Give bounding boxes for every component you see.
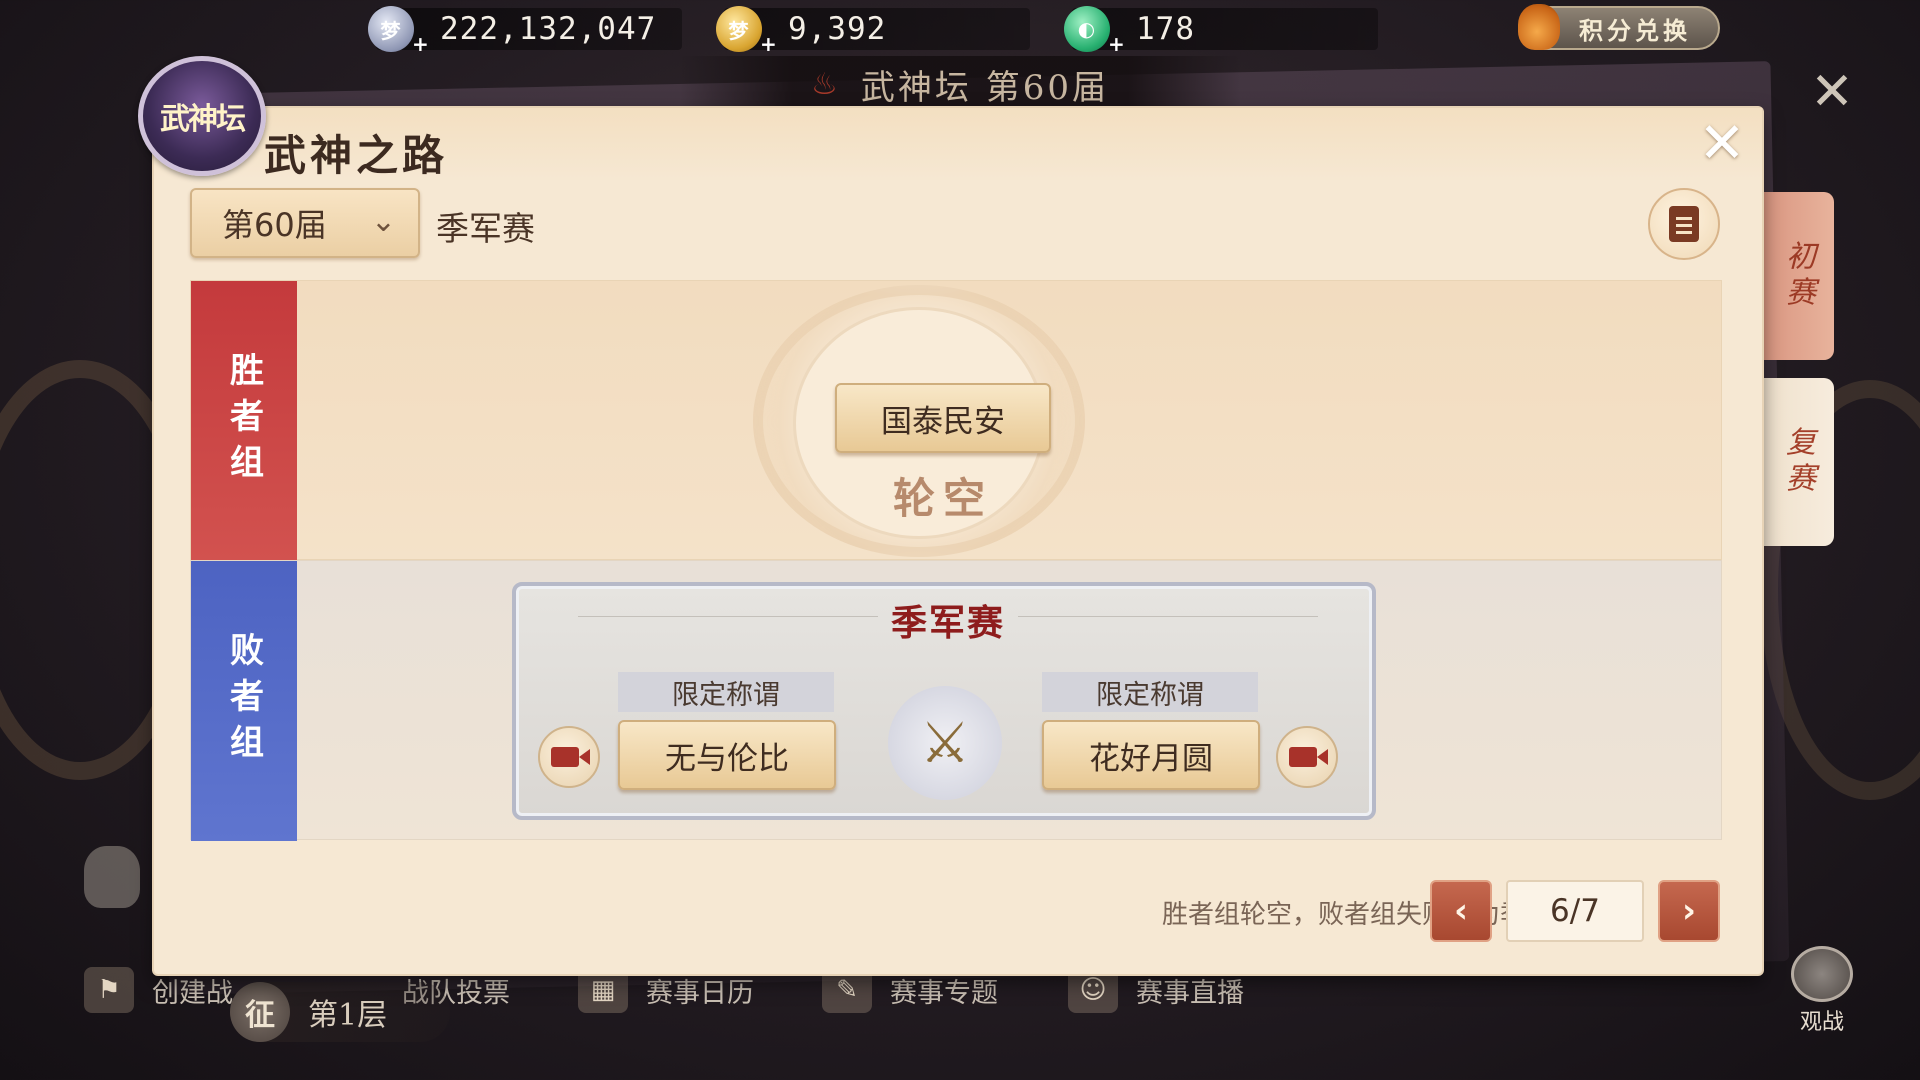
bye-status: 轮空 (892, 474, 993, 523)
stage-label: 季军赛 (436, 209, 535, 248)
season-banner: ♨ 武神坛 第60届 (680, 56, 1240, 112)
add-silver-icon[interactable]: + (412, 32, 430, 56)
crossed-swords-icon: ⚔ (888, 686, 1002, 800)
create-team-icon: ⚑ (84, 967, 134, 1013)
match-title: 季军赛 (890, 602, 1005, 644)
points-exchange-label: 积分兑换 (1579, 15, 1691, 45)
limited-title-tag: 限定称谓 (618, 672, 834, 712)
page-indicator: 6/7 (1506, 880, 1644, 942)
panel-title: 武神之路 (264, 131, 449, 180)
bottom-nav-label: 赛事直播 (1136, 977, 1244, 1009)
add-gold-icon[interactable]: + (760, 32, 778, 56)
money-bag-icon (1518, 4, 1560, 50)
winners-bracket: 胜者组 国泰民安 轮空 (190, 280, 1722, 561)
winners-bracket-label: 胜者组 (191, 281, 297, 561)
bottom-nav-label: 赛事日历 (646, 977, 754, 1009)
points-exchange-button[interactable]: 积分兑换 (1518, 4, 1720, 50)
floor-label: 第1层 (308, 998, 388, 1033)
left-team-button[interactable]: 无与伦比 (618, 720, 836, 790)
gold-coin-icon: 梦 (716, 6, 762, 52)
currency-bar: 梦 + 222,132,047 梦 + 9,392 ◐ + 178 积分兑换 (0, 0, 1920, 60)
watch-label: 观战 (1799, 1010, 1844, 1035)
gold-value: 9,392 (788, 11, 887, 47)
jade-currency[interactable]: ◐ + 178 (1064, 6, 1378, 56)
winner-team-button[interactable]: 国泰民安 (835, 383, 1051, 453)
next-page-button[interactable]: › (1658, 880, 1720, 942)
silver-value: 222,132,047 (440, 11, 657, 47)
jade-icon: ◐ (1064, 6, 1110, 52)
martial-altar-logo: 武神坛 (138, 56, 266, 176)
video-camera-icon (551, 747, 590, 767)
flame-icon: ♨ (811, 66, 841, 102)
expedition-icon: 征 (230, 982, 290, 1042)
third-place-match: 季军赛 限定称谓 限定称谓 无与伦比 ⚔ 花好月圆 (512, 582, 1376, 820)
close-icon[interactable]: ✕ (1694, 116, 1750, 174)
watch-button[interactable]: 观战 (1786, 946, 1858, 1036)
hero-icon[interactable] (84, 846, 140, 908)
add-jade-icon[interactable]: + (1108, 32, 1126, 56)
gold-currency[interactable]: 梦 + 9,392 (716, 6, 1030, 56)
bottom-nav-label: 赛事专题 (890, 977, 998, 1009)
bottom-nav-label: 创建战 (152, 977, 233, 1009)
jade-value: 178 (1136, 11, 1195, 47)
document-icon (1669, 206, 1699, 242)
losers-bracket-label: 败者组 (191, 561, 297, 841)
prev-page-button[interactable]: ‹ (1430, 880, 1492, 942)
chevron-down-icon: ⌄ (370, 204, 396, 239)
season-dropdown-value: 第60届 (222, 206, 327, 244)
martial-god-road-panel: 武神坛 武神之路 ✕ 第60届 ⌄ 季军赛 胜者组 国泰民安 轮空 败者组 季军… (138, 56, 1762, 974)
background-close-icon[interactable]: ✕ (1806, 66, 1858, 118)
watch-icon (1791, 946, 1853, 1002)
video-camera-icon (1289, 747, 1328, 767)
rules-button[interactable] (1648, 188, 1720, 260)
floor-indicator[interactable]: 征 第1层 (230, 982, 450, 1042)
tab-prelim[interactable]: 初赛 (1760, 192, 1834, 360)
bracket: 胜者组 国泰民安 轮空 败者组 季军赛 限定称谓 限定称谓 无与伦比 ⚔ 花好月… (190, 280, 1722, 841)
season-banner-text: 武神坛 第60届 (860, 67, 1109, 108)
right-team-button[interactable]: 花好月圆 (1042, 720, 1260, 790)
tab-repechage[interactable]: 复赛 (1760, 378, 1834, 546)
silver-currency[interactable]: 梦 + 222,132,047 (368, 6, 682, 56)
replay-video-button[interactable] (538, 726, 600, 788)
season-dropdown[interactable]: 第60届 ⌄ (190, 188, 420, 258)
replay-video-button[interactable] (1276, 726, 1338, 788)
silver-coin-icon: 梦 (368, 6, 414, 52)
limited-title-tag: 限定称谓 (1042, 672, 1258, 712)
